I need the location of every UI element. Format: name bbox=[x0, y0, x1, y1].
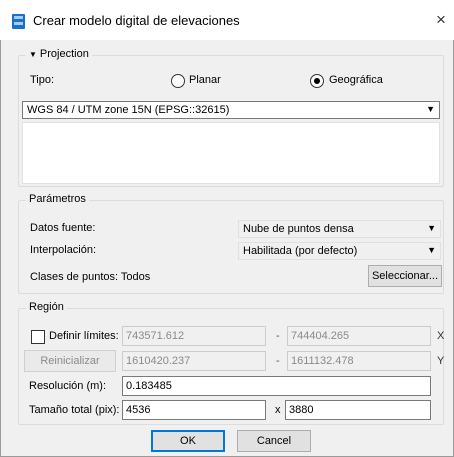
window-title: Crear modelo digital de elevaciones bbox=[33, 13, 240, 28]
app-icon bbox=[12, 14, 25, 29]
title-bar[interactable]: Crear modelo digital de elevaciones × bbox=[0, 0, 454, 40]
dialog-frame bbox=[0, 40, 454, 457]
close-icon[interactable]: × bbox=[428, 6, 454, 34]
